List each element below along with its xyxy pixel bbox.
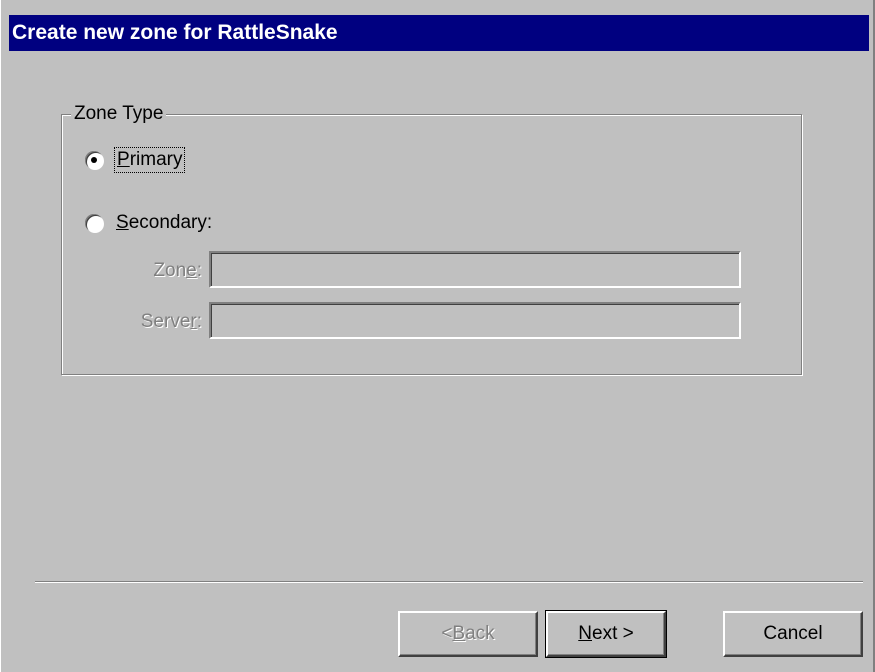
secondary-radio-option[interactable]: Secondary:: [85, 212, 212, 234]
primary-radio-button[interactable]: [85, 151, 103, 169]
primary-radio-label: Primary: [113, 147, 186, 173]
create-zone-dialog: Create new zone for RattleSnake Zone Typ…: [0, 0, 875, 672]
back-button[interactable]: < Back: [398, 611, 538, 657]
cancel-button[interactable]: Cancel: [723, 611, 863, 657]
dialog-title: Create new zone for RattleSnake: [12, 21, 338, 44]
next-button[interactable]: Next >: [545, 610, 667, 658]
button-separator: [35, 581, 863, 583]
secondary-radio-label: Secondary:: [116, 212, 213, 233]
dialog-title-bar: Create new zone for RattleSnake: [9, 15, 869, 51]
server-input[interactable]: [209, 302, 741, 339]
zone-type-legend: Zone Type: [71, 101, 167, 127]
zone-field-label: Zone:: [153, 260, 202, 281]
primary-radio-option[interactable]: Primary: [85, 147, 186, 173]
zone-input[interactable]: [209, 251, 741, 288]
server-field-label: Server:: [140, 311, 202, 332]
secondary-radio-button[interactable]: [85, 214, 103, 232]
